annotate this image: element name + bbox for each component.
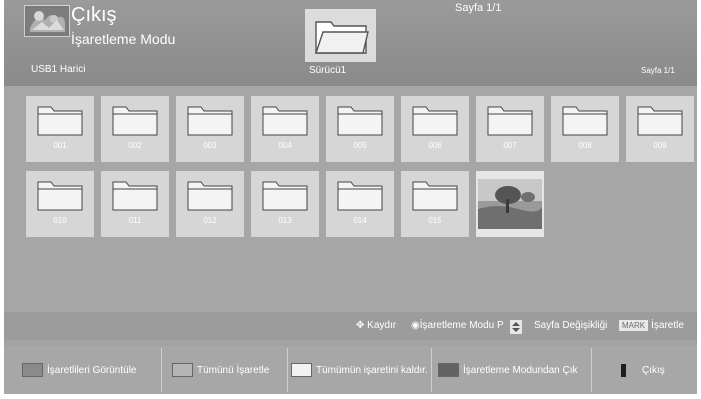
view-marked-button[interactable]: İşaretlileri Görüntüle [22, 346, 136, 394]
mark-key-icon: MARK [619, 320, 649, 331]
mark-all-button[interactable]: Tümünü İşaretle [172, 346, 269, 394]
exit-title[interactable]: Çıkış [71, 4, 117, 27]
divider [591, 348, 592, 392]
ok-button-icon: ◉ [411, 320, 420, 331]
folder-label: 002 [128, 141, 142, 150]
folder-tile[interactable]: 013 [251, 171, 319, 237]
exit-icon[interactable] [24, 5, 70, 37]
folder-label: 012 [203, 216, 217, 225]
folder-label: 009 [653, 141, 667, 150]
color-key-icon [172, 363, 193, 377]
dpad-icon: ✥ [356, 320, 365, 331]
hint-mark-mode: ◉İşaretleme Modu P [411, 320, 504, 331]
photo-thumbnail[interactable] [476, 171, 544, 237]
page-indicator-top: Sayfa 1/1 [455, 2, 502, 14]
device-label: USB1 Harici [31, 64, 86, 75]
folder-icon [337, 179, 383, 216]
folder-tile[interactable]: 007 [476, 96, 544, 162]
folder-label: 008 [578, 141, 592, 150]
folder-label: 010 [53, 216, 67, 225]
folder-icon [412, 179, 458, 216]
hint-page-change: Sayfa Değişikliği [534, 320, 608, 331]
bottom-action-bar: İşaretlileri Görüntüle Tümünü İşaretle T… [4, 346, 697, 394]
folder-label: 015 [428, 216, 442, 225]
folder-icon [637, 104, 683, 141]
folder-icon [112, 104, 158, 141]
drive-label: Sürücü1 [309, 65, 347, 76]
header: Çıkış İşaretleme Modu USB1 Harici Sürücü… [4, 0, 697, 86]
folder-icon [562, 104, 608, 141]
hint-scroll: ✥ Kaydır [356, 320, 397, 331]
divider [287, 348, 288, 392]
divider [431, 348, 432, 392]
folder-tile[interactable]: 006 [401, 96, 469, 162]
file-grid: 001 002 003 004 005 006 007 008 009 010 011 012 013 0… [4, 86, 697, 312]
folder-icon [187, 104, 233, 141]
folder-tile[interactable]: 004 [251, 96, 319, 162]
color-key-icon [291, 363, 312, 377]
folder-icon [262, 104, 308, 141]
folder-label: 007 [503, 141, 517, 150]
folder-tile[interactable]: 008 [551, 96, 619, 162]
folder-tile[interactable]: 002 [101, 96, 169, 162]
folder-label: 011 [128, 216, 142, 225]
folder-open-icon [305, 9, 376, 62]
folder-tile[interactable]: 005 [326, 96, 394, 162]
folder-icon [487, 104, 533, 141]
folder-tile[interactable]: 009 [626, 96, 694, 162]
mode-label: İşaretleme Modu [71, 31, 176, 47]
folder-tile[interactable]: 014 [326, 171, 394, 237]
media-browser-screen: Çıkış İşaretleme Modu USB1 Harici Sürücü… [4, 0, 697, 394]
folder-label: 013 [278, 216, 292, 225]
folder-icon [262, 179, 308, 216]
folder-tile[interactable]: 012 [176, 171, 244, 237]
page-indicator-right: Sayfa 1/1 [641, 66, 675, 75]
folder-label: 006 [428, 141, 442, 150]
unmark-all-button[interactable]: Tümümün işaretini kaldır. [291, 346, 428, 394]
exit-key-icon [621, 363, 626, 377]
folder-icon [187, 179, 233, 216]
folder-tile[interactable]: 003 [176, 96, 244, 162]
folder-label: 005 [353, 141, 367, 150]
exit-mark-mode-button[interactable]: İşaretleme Modundan Çık [438, 346, 578, 394]
folder-label: 004 [278, 141, 292, 150]
exit-button[interactable]: Çıkış [621, 346, 665, 394]
photo-image [478, 179, 542, 234]
folder-tile[interactable]: 015 [401, 171, 469, 237]
folder-icon [37, 104, 83, 141]
hint-mark: MARK İşaretle [619, 320, 684, 331]
color-key-icon [438, 363, 459, 377]
folder-label: 001 [53, 141, 67, 150]
folder-label: 003 [203, 141, 217, 150]
folder-tile[interactable]: 010 [26, 171, 94, 237]
key-hints: ✥ Kaydır ◉İşaretleme Modu P Sayfa Değişi… [4, 312, 697, 340]
folder-label: 014 [353, 216, 367, 225]
folder-tile[interactable]: 001 [26, 96, 94, 162]
folder-icon [412, 104, 458, 141]
color-key-icon [22, 363, 43, 377]
folder-tile[interactable]: 011 [101, 171, 169, 237]
folder-icon [337, 104, 383, 141]
divider [161, 348, 162, 392]
folder-icon [37, 179, 83, 216]
folder-icon [112, 179, 158, 216]
page-arrows-icon [510, 320, 522, 337]
